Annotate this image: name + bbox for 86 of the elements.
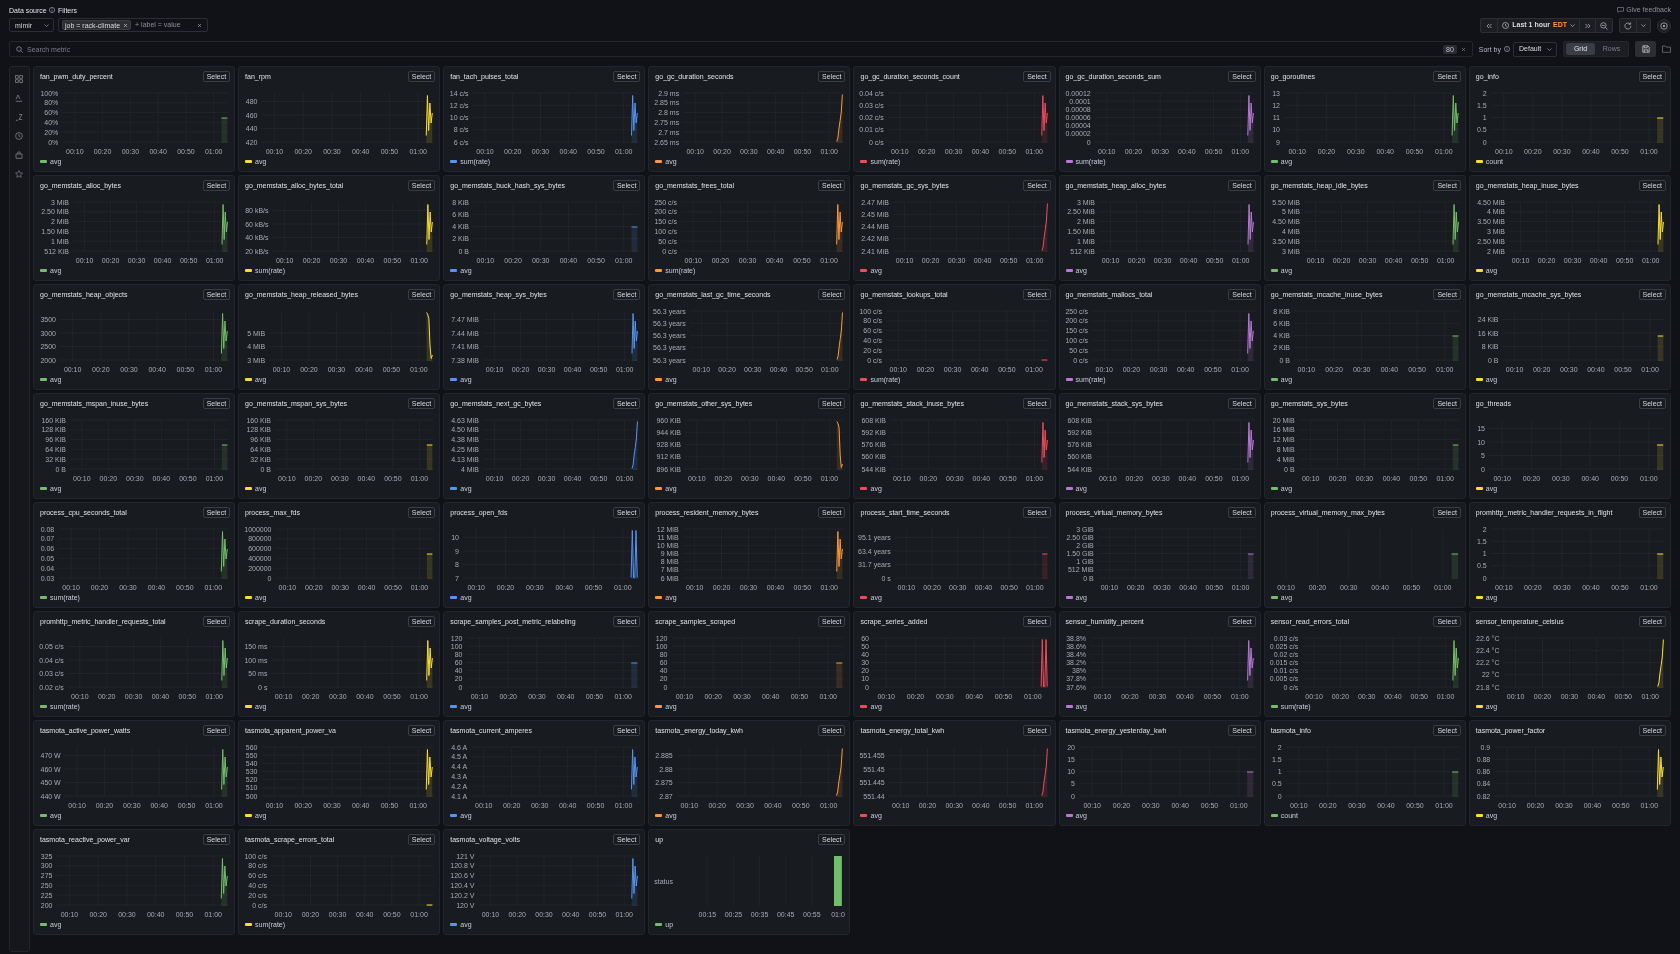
line-trace [1656, 117, 1664, 143]
line-trace [631, 858, 639, 906]
clock-icon[interactable] [15, 132, 24, 140]
folder-icon[interactable] [1662, 45, 1671, 53]
line-trace [1657, 335, 1664, 361]
state-bar [834, 856, 843, 906]
zoom-out-icon [1600, 21, 1608, 30]
double-chevron-left-icon [1486, 22, 1493, 29]
line-trace [631, 749, 639, 797]
caret-underline-icon[interactable] [15, 94, 24, 102]
line-trace [425, 95, 433, 143]
line-trace [1041, 95, 1049, 143]
line-trace [1246, 640, 1254, 688]
close-icon[interactable] [197, 22, 202, 28]
line-trace [836, 312, 844, 361]
line-trace [836, 531, 844, 579]
grid-icon[interactable] [15, 75, 24, 83]
line-trace [1246, 422, 1254, 470]
line-trace [836, 748, 844, 797]
clock-icon [1502, 22, 1510, 29]
info-circle-icon [48, 7, 55, 13]
close-icon[interactable] [1460, 46, 1466, 52]
comment-icon [1617, 6, 1625, 13]
line-trace [631, 421, 639, 470]
line-trace [426, 444, 433, 470]
line-trace [1042, 553, 1049, 579]
bag-icon[interactable] [15, 151, 24, 159]
line-trace [221, 444, 228, 470]
refresh-icon [1624, 21, 1632, 30]
line-trace [426, 904, 433, 906]
line-trace [836, 662, 844, 688]
line-trace [631, 95, 639, 143]
line-trace [631, 226, 639, 252]
double-chevron-right-icon [1584, 22, 1591, 29]
line-trace [220, 531, 228, 579]
line-trace [836, 421, 844, 470]
save-button[interactable] [1635, 41, 1656, 57]
line-trace [1451, 95, 1459, 143]
search-icon [16, 45, 23, 53]
caret-icon [44, 23, 49, 27]
line-trace [836, 94, 844, 143]
line-trace [1451, 335, 1459, 361]
line-trace [426, 204, 433, 252]
line-trace [1246, 771, 1254, 797]
line-trace [425, 749, 433, 797]
line-trace [1657, 204, 1664, 252]
line-trace [426, 312, 433, 361]
star-icon[interactable] [15, 170, 24, 178]
line-trace [221, 204, 228, 252]
line-trace [1246, 313, 1254, 361]
line-trace [1452, 640, 1459, 688]
line-trace [221, 749, 228, 797]
line-trace [1041, 203, 1049, 252]
line-trace [1246, 95, 1254, 143]
line-trace [1450, 553, 1459, 579]
line-trace [1247, 553, 1254, 579]
line-trace [1041, 359, 1049, 361]
line-trace [426, 640, 433, 688]
close-icon[interactable] [123, 22, 129, 28]
line-trace [1451, 444, 1459, 470]
line-trace [221, 640, 228, 688]
line-trace [1452, 204, 1459, 252]
line-trace [220, 313, 228, 361]
line-trace [1041, 422, 1049, 470]
caret-icon [1547, 47, 1552, 51]
caret-icon [1641, 24, 1646, 27]
line-trace [1451, 771, 1459, 797]
line-trace [1656, 553, 1664, 579]
line-trace [630, 662, 638, 688]
line-trace [1041, 639, 1049, 688]
line-trace [1247, 204, 1254, 252]
line-trace [1657, 639, 1664, 688]
line-trace [1656, 444, 1664, 470]
line-trace [221, 117, 228, 143]
circle-dot-icon [1660, 21, 1668, 30]
line-trace [631, 313, 639, 361]
underline-zigzag-icon[interactable] [15, 113, 24, 121]
line-trace [836, 204, 844, 252]
line-trace [426, 553, 433, 579]
line-trace [220, 858, 228, 906]
caret-icon [1570, 24, 1575, 27]
options-button[interactable] [1657, 18, 1671, 33]
line-trace [630, 530, 638, 579]
line-trace [1041, 748, 1049, 797]
info-circle-icon [1504, 46, 1510, 52]
line-trace [1656, 749, 1664, 797]
